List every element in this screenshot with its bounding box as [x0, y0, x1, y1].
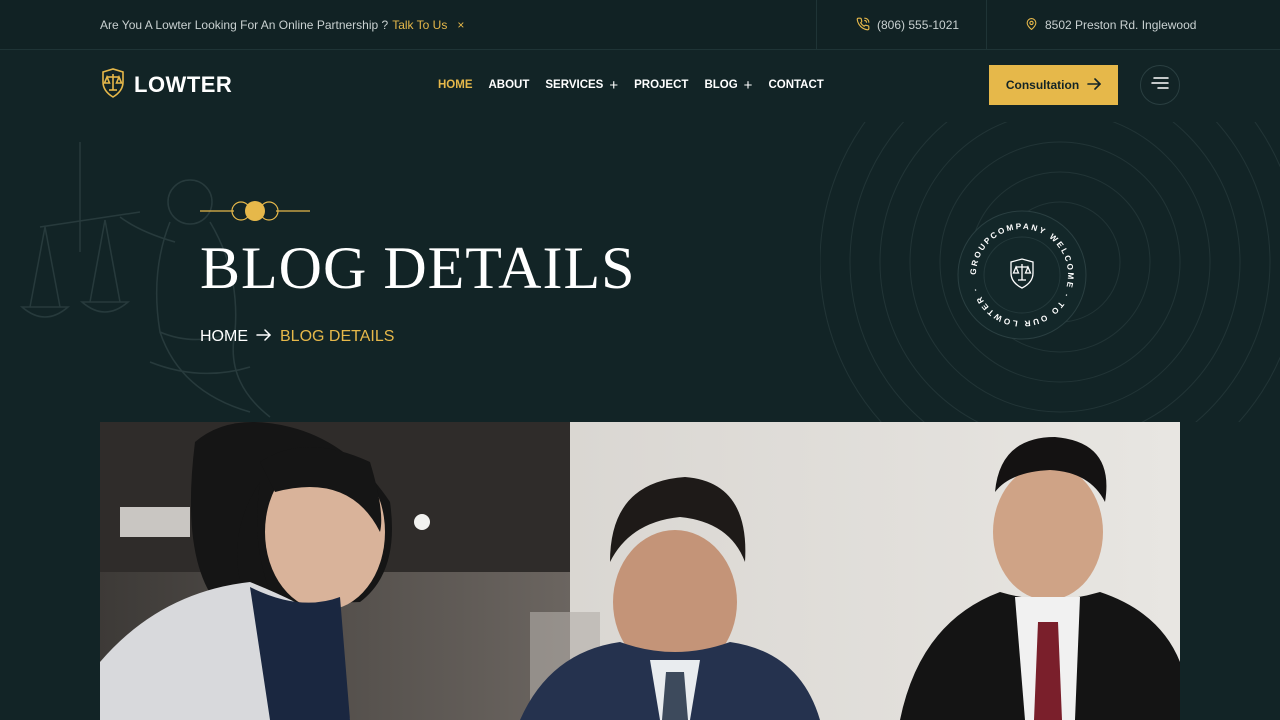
- nav-blog-label: BLOG: [704, 79, 738, 91]
- meeting-photo: [100, 422, 1180, 720]
- nav-project-label: PROJECT: [634, 79, 689, 91]
- breadcrumb: HOME BLOG DETAILS: [200, 326, 394, 348]
- breadcrumb-home-link[interactable]: HOME: [200, 328, 248, 346]
- arrow-right-icon: [1087, 77, 1101, 93]
- consultation-label: Consultation: [1005, 78, 1080, 92]
- breadcrumb-current: BLOG DETAILS: [280, 328, 395, 345]
- topbar-divider: [816, 0, 817, 50]
- nav-home[interactable]: HOME: [438, 79, 473, 91]
- phone-number: (806) 555-1021: [877, 18, 960, 32]
- welcome-badge: GROUPCOMPANY WELCOME · TO OUR LOWTER ·: [957, 210, 1087, 340]
- consultation-button[interactable]: Consultation: [989, 65, 1118, 105]
- page-title: BLOG DETAILS: [200, 235, 636, 301]
- talk-to-us-link[interactable]: Talk To Us: [392, 18, 447, 32]
- plus-icon: +: [743, 76, 753, 94]
- phone-contact[interactable]: (806) 555-1021: [856, 0, 959, 50]
- nav-contact[interactable]: CONTACT: [768, 79, 823, 91]
- offcanvas-menu-button[interactable]: [1140, 65, 1180, 105]
- location-pin-icon: [1025, 17, 1038, 34]
- hamburger-icon: [1151, 76, 1169, 94]
- top-bar: Are You A Lowter Looking For An Online P…: [0, 0, 1280, 50]
- title-ornament: [200, 201, 310, 221]
- nav-blog[interactable]: BLOG +: [704, 78, 752, 93]
- blog-featured-image: [100, 422, 1180, 720]
- nav-about-label: ABOUT: [488, 79, 530, 91]
- nav-home-label: HOME: [438, 79, 473, 91]
- promo-banner: Are You A Lowter Looking For An Online P…: [100, 0, 464, 50]
- nav-contact-label: CONTACT: [768, 79, 824, 91]
- promo-text: Are You A Lowter Looking For An Online P…: [100, 18, 389, 32]
- close-promo-button[interactable]: ×: [457, 18, 464, 32]
- nav-services-label: SERVICES: [545, 79, 604, 91]
- phone-icon: [856, 17, 870, 34]
- shield-scales-icon: [100, 67, 126, 103]
- address-text: 8502 Preston Rd. Inglewood: [1045, 18, 1197, 32]
- page-hero: BLOG DETAILS HOME BLOG DETAILS GROUPCOMP…: [0, 122, 1280, 422]
- plus-icon: +: [609, 76, 619, 94]
- nav-about[interactable]: ABOUT: [489, 79, 530, 91]
- address-contact[interactable]: 8502 Preston Rd. Inglewood: [1025, 0, 1196, 50]
- nav-services[interactable]: SERVICES +: [545, 78, 618, 93]
- brand-name: LOWTER: [134, 72, 233, 97]
- nav-project[interactable]: PROJECT: [634, 79, 688, 91]
- arrow-right-icon: [256, 328, 272, 346]
- main-header: LOWTER HOME ABOUT SERVICES + PROJECT BLO…: [0, 50, 1280, 122]
- main-navigation: HOME ABOUT SERVICES + PROJECT BLOG + CON…: [438, 75, 824, 95]
- site-logo[interactable]: LOWTER: [100, 67, 233, 103]
- topbar-divider: [986, 0, 987, 50]
